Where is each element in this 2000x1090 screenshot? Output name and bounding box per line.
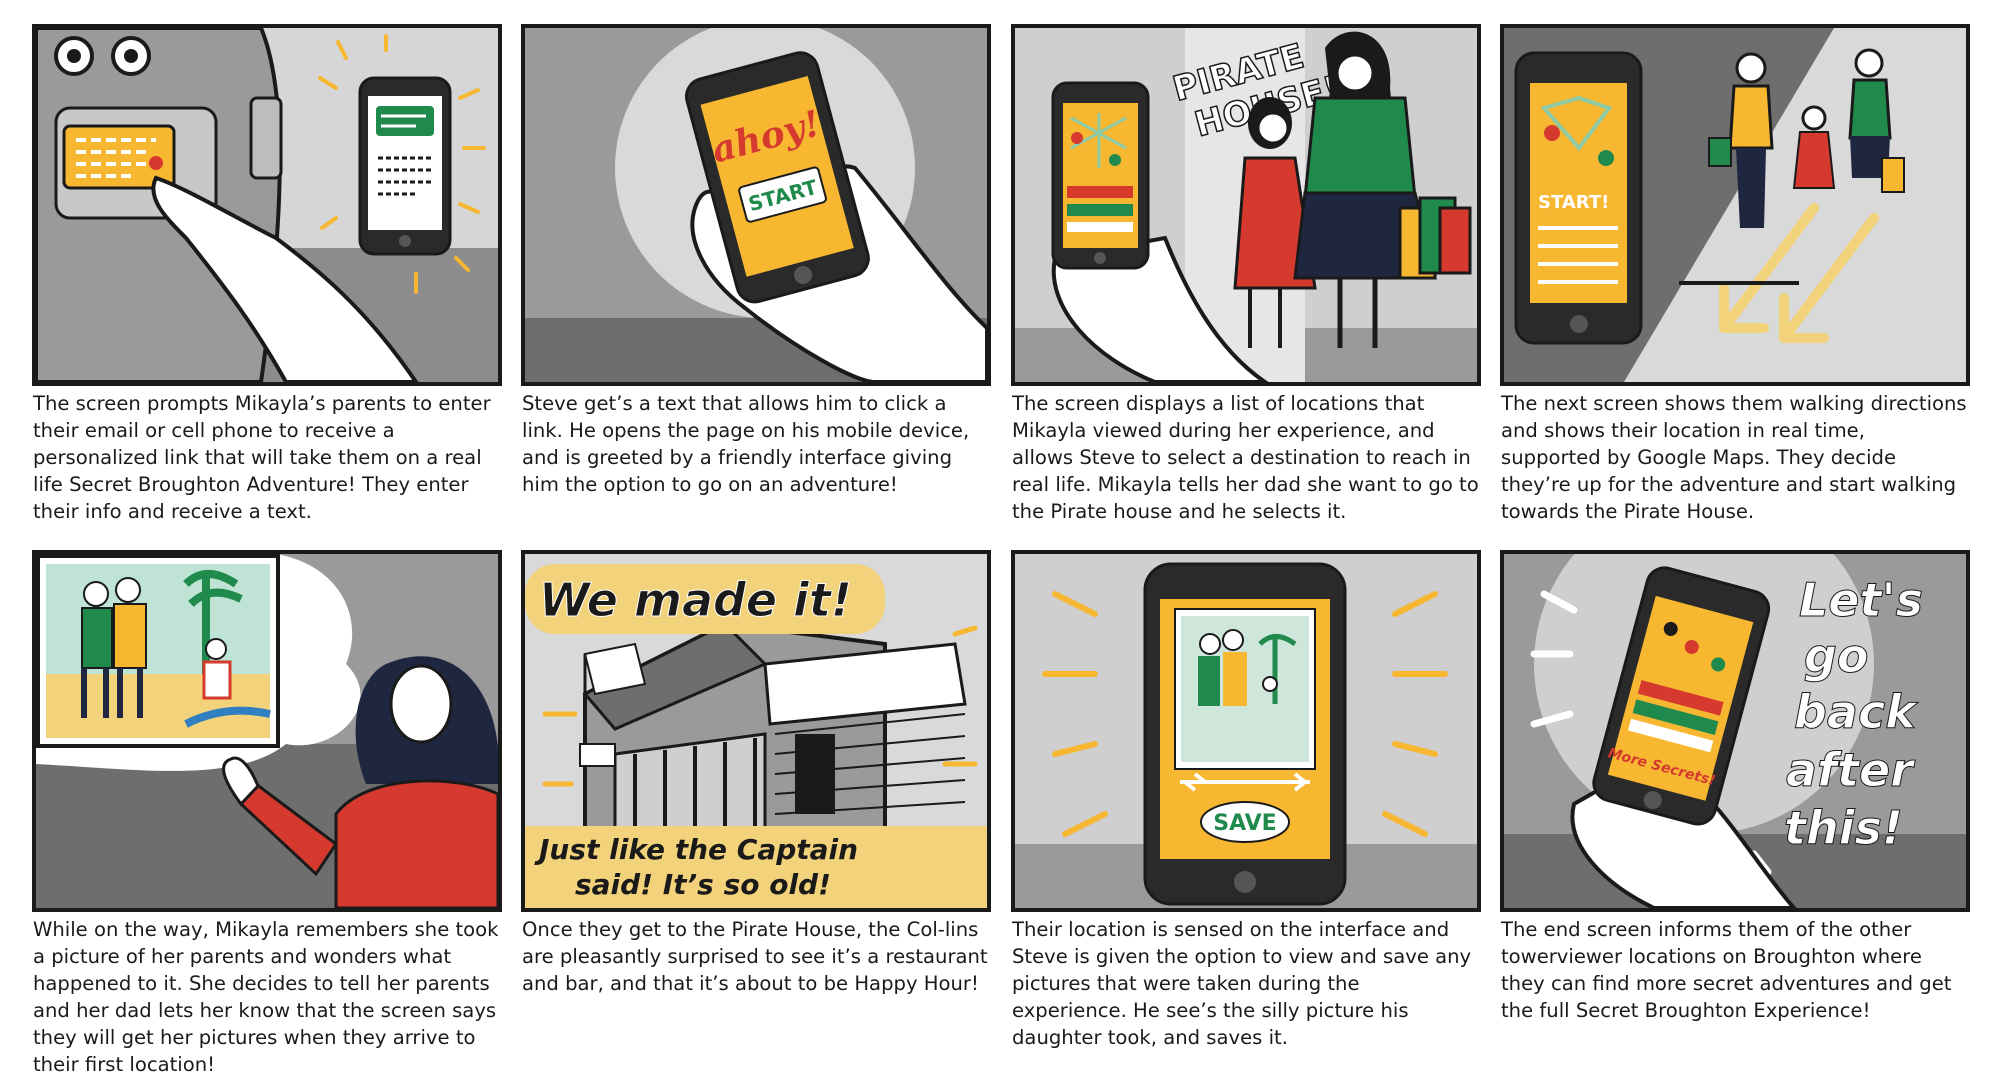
shout-after: after xyxy=(1786,743,1916,797)
panel-caption: Once they get to the Pirate House, the C… xyxy=(522,918,988,995)
photo-memory-icon xyxy=(36,554,280,748)
panel-illustration-5 xyxy=(32,550,502,912)
storyboard-frame-7: SAVE Their location is sensed on the int… xyxy=(1011,550,1481,1051)
save-button: SAVE xyxy=(1213,811,1276,836)
panel-illustration-6: We made it! Just like the Captain said! … xyxy=(521,550,991,912)
shout-go: go xyxy=(1804,629,1869,683)
panel-caption: Steve get’s a text that allows him to cl… xyxy=(522,392,970,496)
panel-caption: The screen displays a list of locations … xyxy=(1012,392,1479,523)
panel-caption: The end screen informs them of the other… xyxy=(1501,918,1952,1022)
shout-back: back xyxy=(1794,685,1918,739)
panel-caption: The screen prompts Mikayla’s parents to … xyxy=(33,392,491,523)
shopping-bags-icon xyxy=(1398,196,1472,280)
caption-banner-line-1: Just like the Captain xyxy=(534,833,858,866)
panel-caption: The next screen shows them walking direc… xyxy=(1501,392,1967,523)
storyboard-frame-5: While on the way, Mikayla remembers she … xyxy=(32,550,502,1078)
panel-illustration-3: PIRATE HOUSE! xyxy=(1011,24,1481,386)
storyboard-frame-1: The screen prompts Mikayla’s parents to … xyxy=(32,24,502,525)
panel-caption: Their location is sensed on the interfac… xyxy=(1012,918,1472,1049)
panel-illustration-8: More Secrets! Let's go back after this! xyxy=(1500,550,1970,912)
panel-illustration-1 xyxy=(32,24,502,386)
we-made-it-text: We made it! xyxy=(539,573,852,627)
storyboard-frame-2: ahoy! START Steve get’s a text that allo… xyxy=(521,24,991,498)
towerviewer-scene xyxy=(36,28,498,382)
panel-caption: While on the way, Mikayla remembers she … xyxy=(33,918,499,1076)
caption-banner-line-2: said! It’s so old! xyxy=(575,868,831,901)
shout-this: this! xyxy=(1784,801,1903,855)
start-label: START! xyxy=(1538,192,1609,213)
storyboard-frame-3: PIRATE HOUSE! The screen xyxy=(1011,24,1481,525)
storyboard-frame-8: More Secrets! Let's go back after this! … xyxy=(1500,550,1970,1024)
panel-illustration-2: ahoy! START xyxy=(521,24,991,386)
shout-lets: Let's xyxy=(1799,573,1923,627)
phone-text-icon xyxy=(358,76,452,256)
storyboard-frame-6: We made it! Just like the Captain said! … xyxy=(521,550,991,997)
panel-illustration-4: START! xyxy=(1500,24,1970,386)
phone-directions-icon: START! xyxy=(1514,51,1643,345)
storyboard-frame-4: START! The next screen shows them walkin… xyxy=(1500,24,1970,525)
panel-illustration-7: SAVE xyxy=(1011,550,1481,912)
phone-photo-icon: SAVE xyxy=(1143,562,1347,906)
